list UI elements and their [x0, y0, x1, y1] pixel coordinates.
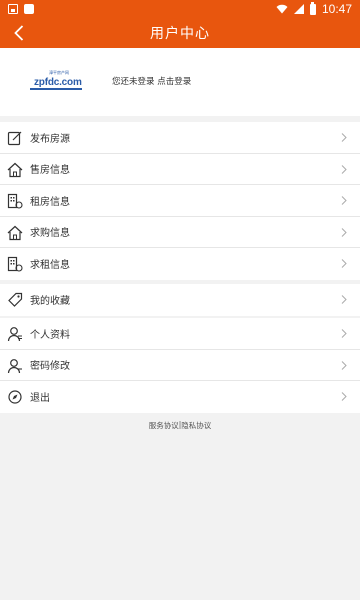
- user-key-icon: [7, 358, 22, 373]
- title-bar: 用户中心: [0, 18, 360, 48]
- user-icon: [7, 327, 22, 342]
- back-button[interactable]: [8, 22, 30, 44]
- chevron-right-icon: [341, 133, 347, 142]
- menu-group-favorites: 我的收藏: [0, 284, 360, 316]
- menu-item-profile[interactable]: 个人资料: [0, 318, 360, 350]
- chevron-right-icon: [341, 329, 347, 338]
- profile-section: 漳平房产网 zpfdc.com 您还未登录 点击登录: [0, 48, 360, 116]
- logo-text: zpfdc.com: [34, 77, 82, 88]
- privacy-agreement-link[interactable]: 隐私协议: [181, 420, 211, 431]
- menu-item-label: 个人资料: [30, 329, 70, 341]
- service-agreement-link[interactable]: 服务协议: [149, 420, 179, 431]
- card-notification-icon: [24, 4, 34, 14]
- chevron-right-icon: [341, 259, 347, 268]
- chevron-right-icon: [341, 164, 347, 174]
- menu-item-publish-listing[interactable]: 发布房源: [0, 122, 360, 154]
- edit-icon: [7, 131, 22, 146]
- status-time: 10:47: [321, 2, 352, 16]
- status-bar: 10:47: [0, 0, 360, 18]
- menu-item-rent-request[interactable]: 求租信息: [0, 248, 360, 280]
- chevron-right-icon: [341, 227, 347, 237]
- logo-tagline: 漳平房产网: [49, 70, 69, 75]
- building-icon: [7, 256, 23, 272]
- chevron-right-icon: [341, 360, 347, 370]
- menu-item-purchase-request[interactable]: 求购信息: [0, 217, 360, 248]
- menu-item-change-password[interactable]: 密码修改: [0, 350, 360, 381]
- wifi-icon: [276, 4, 288, 14]
- menu-item-label: 我的收藏: [30, 296, 70, 308]
- compass-icon: [8, 390, 22, 404]
- chevron-right-icon: [341, 392, 347, 401]
- menu-item-label: 求购信息: [30, 228, 70, 240]
- menu-group-listings: 发布房源 售房信息 租房信息 求购信息 求租信息: [0, 122, 360, 280]
- chevron-right-icon: [341, 196, 347, 205]
- menu-item-label: 密码修改: [30, 361, 70, 373]
- site-logo: 漳平房产网 zpfdc.com: [30, 70, 82, 94]
- app-bar: 10:47 用户中心: [0, 0, 360, 48]
- image-notification-icon: [8, 4, 18, 14]
- footer-links: 服务协议 | 隐私协议: [0, 420, 360, 431]
- battery-icon: [309, 1, 316, 15]
- chevron-right-icon: [341, 295, 347, 304]
- login-prompt[interactable]: 您还未登录 点击登录: [112, 75, 191, 87]
- page-title: 用户中心: [150, 26, 210, 42]
- menu-item-favorites[interactable]: 我的收藏: [0, 284, 360, 316]
- menu-item-label: 发布房源: [30, 133, 70, 145]
- menu-item-label: 退出: [30, 393, 50, 405]
- building-icon: [7, 193, 23, 209]
- menu-item-label: 求租信息: [30, 260, 70, 272]
- house-icon: [7, 225, 23, 240]
- back-arrow-icon: [14, 25, 24, 41]
- menu-item-logout[interactable]: 退出: [0, 381, 360, 413]
- tag-icon: [8, 292, 23, 307]
- house-icon: [7, 162, 23, 177]
- logo-underline: [30, 88, 82, 90]
- menu-item-label: 售房信息: [30, 165, 70, 177]
- menu-item-label: 租房信息: [30, 196, 70, 208]
- menu-group-account: 个人资料 密码修改 退出: [0, 318, 360, 413]
- signal-icon: [293, 4, 304, 14]
- menu-item-rental-info[interactable]: 租房信息: [0, 185, 360, 217]
- menu-item-sale-info[interactable]: 售房信息: [0, 154, 360, 185]
